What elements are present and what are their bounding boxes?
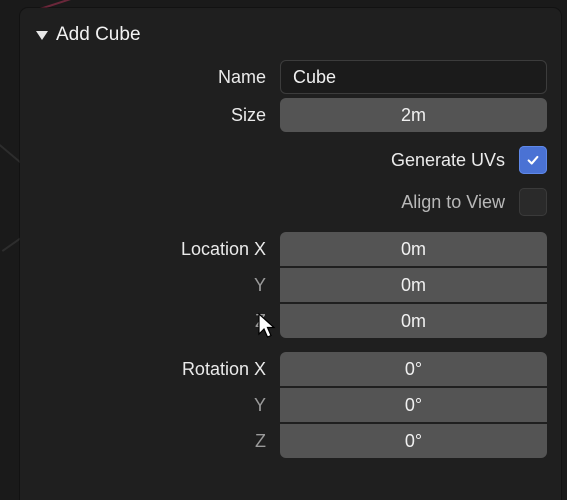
rotation-z-label: Z xyxy=(34,424,280,458)
rotation-z-input[interactable] xyxy=(280,424,547,458)
size-input[interactable] xyxy=(280,98,547,132)
rotation-x-input[interactable] xyxy=(280,352,547,386)
location-x-input[interactable] xyxy=(280,232,547,266)
name-label: Name xyxy=(34,60,280,94)
align-to-view-label: Align to View xyxy=(401,192,505,213)
generate-uvs-label: Generate UVs xyxy=(391,150,505,171)
disclosure-triangle-icon[interactable] xyxy=(36,31,48,40)
size-label: Size xyxy=(34,98,280,132)
location-y-label: Y xyxy=(34,268,280,302)
rotation-y-label: Y xyxy=(34,388,280,422)
operator-panel: Add Cube Name Size Generate UVs Align to… xyxy=(20,8,561,500)
name-input[interactable] xyxy=(280,60,547,94)
location-x-label: Location X xyxy=(34,232,280,266)
generate-uvs-checkbox[interactable] xyxy=(519,146,547,174)
panel-header[interactable]: Add Cube xyxy=(34,18,547,60)
location-y-input[interactable] xyxy=(280,268,547,302)
location-z-input[interactable] xyxy=(280,304,547,338)
check-icon xyxy=(526,153,540,167)
rotation-x-label: Rotation X xyxy=(34,352,280,386)
align-to-view-checkbox[interactable] xyxy=(519,188,547,216)
panel-title: Add Cube xyxy=(56,24,141,46)
location-z-label: Z xyxy=(34,304,280,338)
rotation-y-input[interactable] xyxy=(280,388,547,422)
